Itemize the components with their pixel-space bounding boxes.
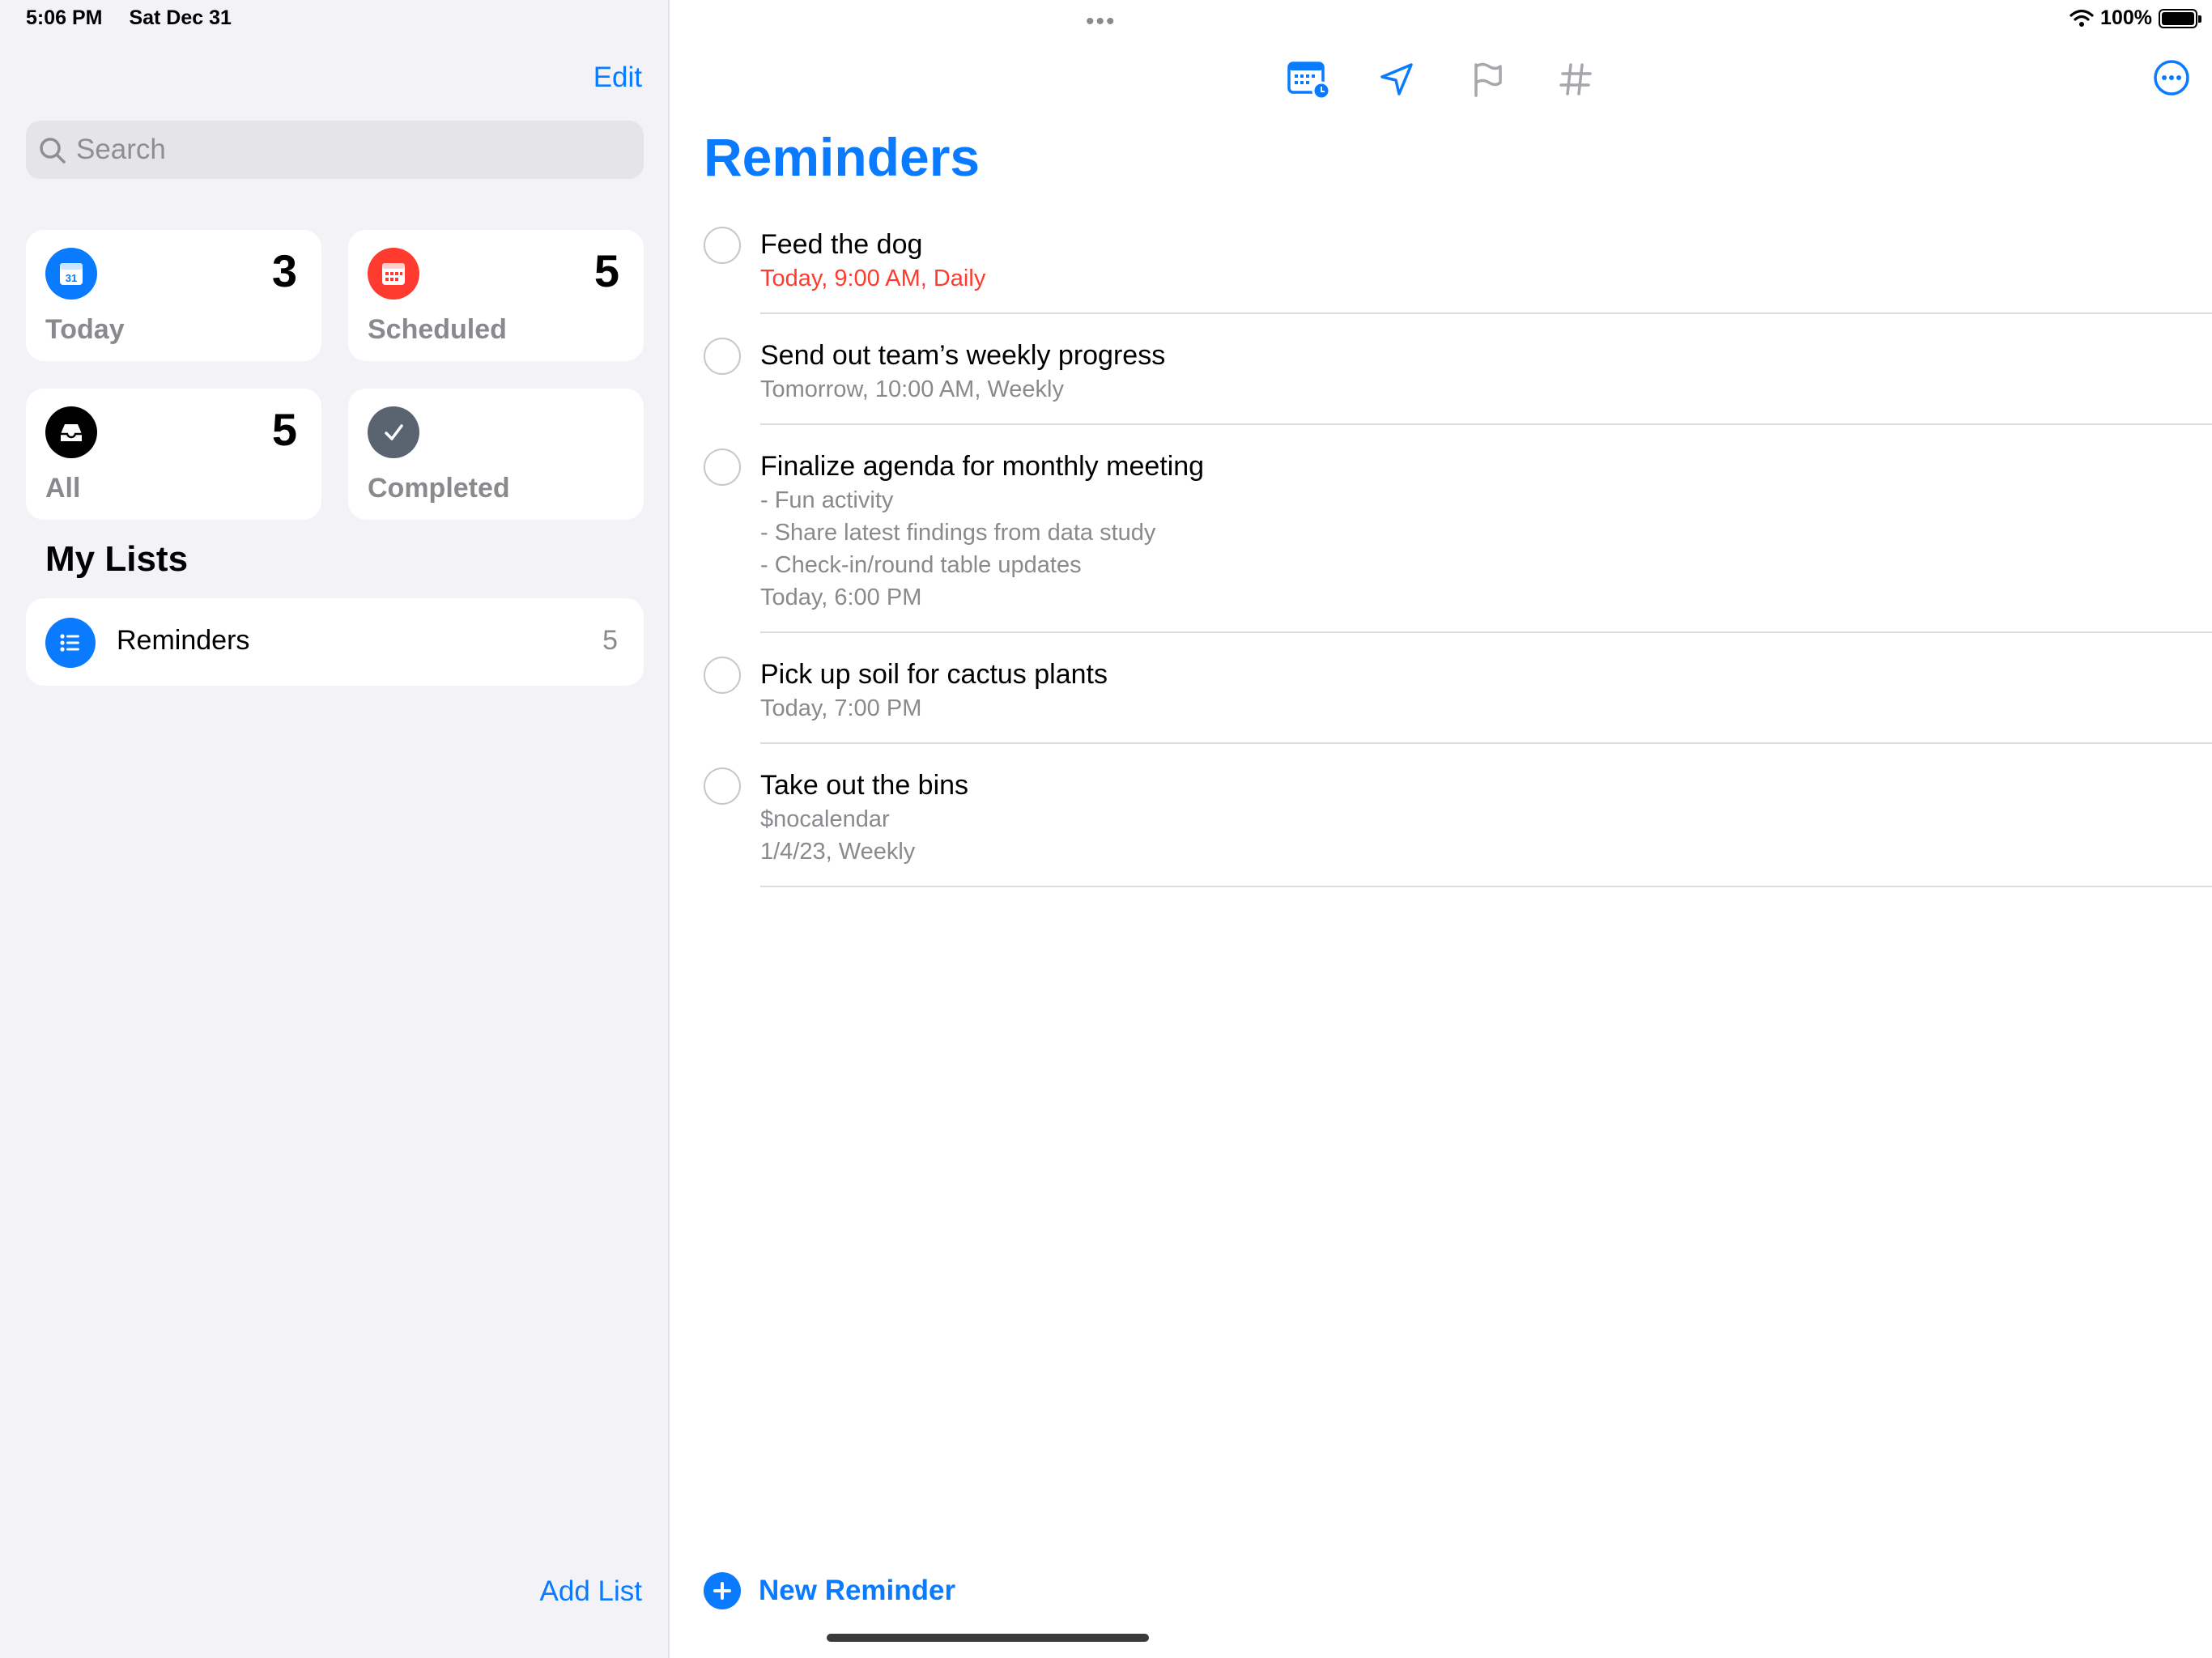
- divider: [760, 742, 2212, 744]
- reminder-title[interactable]: Send out team’s weekly progress: [760, 338, 2212, 373]
- search-bar[interactable]: [26, 121, 644, 179]
- reminder-title[interactable]: Take out the bins: [760, 767, 2212, 803]
- scheduled-label: Scheduled: [368, 314, 507, 345]
- reminder-title[interactable]: Feed the dog: [760, 227, 2212, 262]
- all-label: All: [45, 473, 81, 504]
- hashtag-icon[interactable]: [1551, 55, 1600, 104]
- edit-button[interactable]: Edit: [593, 62, 642, 94]
- smart-list-scheduled[interactable]: 5 Scheduled: [348, 230, 644, 361]
- divider: [760, 423, 2212, 425]
- my-lists-heading: My Lists: [45, 539, 189, 579]
- reminder-note: - Check-in/round table updates: [760, 552, 1082, 578]
- smart-list-today[interactable]: 31 3 Today: [26, 230, 321, 361]
- reminder-tag: $nocalendar: [760, 806, 890, 832]
- completed-label: Completed: [368, 473, 510, 504]
- complete-checkbox[interactable]: [704, 449, 741, 486]
- complete-checkbox[interactable]: [704, 657, 741, 694]
- complete-checkbox[interactable]: [704, 338, 741, 375]
- flag-icon[interactable]: [1463, 55, 1512, 104]
- calendar-icon: 31: [45, 248, 97, 300]
- divider: [760, 312, 2212, 314]
- all-count: 5: [271, 404, 297, 455]
- reminder-due-date: Today, 9:00 AM, Daily: [760, 266, 986, 291]
- main-pane: ••• 100% Reminders Feed the dog Today, 9…: [671, 0, 2212, 1658]
- new-reminder-label: New Reminder: [759, 1575, 956, 1606]
- scheduled-count: 5: [593, 245, 619, 296]
- divider: [760, 886, 2212, 887]
- smart-list-all[interactable]: 5 All: [26, 389, 321, 520]
- svg-text:31: 31: [66, 272, 77, 284]
- search-icon: [40, 138, 66, 164]
- plus-circle-icon: [704, 1572, 741, 1609]
- list-item-reminders[interactable]: Reminders 5: [26, 598, 644, 686]
- tray-icon: [45, 406, 97, 458]
- date-time-icon[interactable]: [1284, 55, 1333, 104]
- reminder-note: - Fun activity: [760, 487, 894, 513]
- complete-checkbox[interactable]: [704, 767, 741, 805]
- today-label: Today: [45, 314, 125, 345]
- reminder-due-date: Today, 7:00 PM: [760, 695, 922, 721]
- list-count: 5: [602, 625, 618, 656]
- status-bar-right: 100%: [2069, 6, 2201, 30]
- today-count: 3: [271, 245, 297, 296]
- home-indicator[interactable]: [827, 1634, 1149, 1642]
- list-icon: [45, 618, 96, 668]
- reminder-due-date: Tomorrow, 10:00 AM, Weekly: [760, 376, 1065, 402]
- wifi-icon: [2069, 9, 2094, 27]
- reminder-note: - Share latest findings from data study: [760, 520, 1156, 546]
- multitasking-menu-icon[interactable]: •••: [1086, 8, 1117, 36]
- sidebar: 5:06 PM Sat Dec 31 Edit 31 3 Today: [0, 0, 670, 1658]
- battery-percent: 100%: [2100, 6, 2152, 29]
- add-list-button[interactable]: Add List: [540, 1575, 642, 1608]
- battery-icon: [2159, 8, 2201, 28]
- complete-checkbox[interactable]: [704, 227, 741, 264]
- smart-list-completed[interactable]: Completed: [348, 389, 644, 520]
- new-reminder-button[interactable]: New Reminder: [704, 1572, 955, 1609]
- checkmark-icon: [368, 406, 419, 458]
- location-arrow-icon[interactable]: [1372, 55, 1421, 104]
- list-name: Reminders: [117, 625, 250, 656]
- search-input[interactable]: [74, 121, 625, 179]
- reminder-title[interactable]: Finalize agenda for monthly meeting: [760, 449, 2212, 484]
- status-date: Sat Dec 31: [129, 6, 232, 29]
- reminder-due-date: Today, 6:00 PM: [760, 585, 922, 610]
- page-title: Reminders: [704, 127, 981, 187]
- divider: [760, 631, 2212, 633]
- status-time: 5:06 PM: [26, 6, 103, 29]
- calendar-grid-icon: [368, 248, 419, 300]
- status-bar-left: 5:06 PM Sat Dec 31: [26, 6, 253, 30]
- reminder-due-date: 1/4/23, Weekly: [760, 839, 916, 865]
- reminder-title[interactable]: Pick up soil for cactus plants: [760, 657, 2212, 692]
- ellipsis-circle-icon[interactable]: [2152, 58, 2191, 97]
